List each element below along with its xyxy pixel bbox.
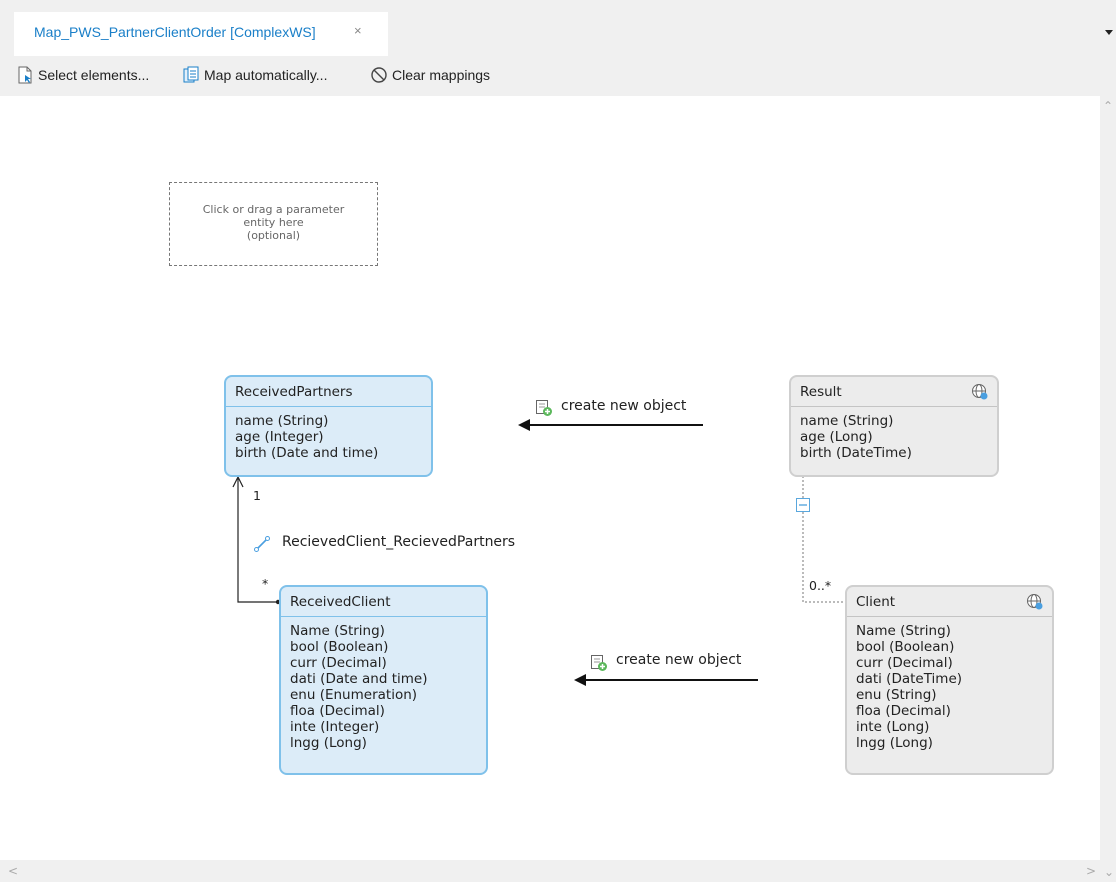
create-object-icon [590, 654, 608, 672]
dropzone-line-1: Click or drag a parameter [202, 203, 345, 216]
create-object-icon [535, 399, 553, 417]
attribute[interactable]: floa (Decimal) [856, 703, 1052, 719]
attribute[interactable]: age (Long) [800, 429, 997, 445]
attribute[interactable]: lngg (Long) [290, 735, 486, 751]
attribute[interactable]: enu (String) [856, 687, 1052, 703]
map-automatically-button[interactable]: Map automatically... [182, 64, 327, 86]
attribute[interactable]: birth (Date and time) [235, 445, 431, 461]
parameter-entity-dropzone[interactable]: Click or drag a parameter entity here (o… [169, 182, 378, 266]
tab-title[interactable]: Map_PWS_PartnerClientOrder [ComplexWS] [34, 24, 316, 40]
attribute[interactable]: curr (Decimal) [856, 655, 1052, 671]
dropzone-line-2: entity here [243, 216, 304, 229]
entity-received-partners[interactable]: ReceivedPartners name (String) age (Inte… [224, 375, 433, 477]
entity-header[interactable]: Client [847, 587, 1052, 617]
attribute[interactable]: Name (String) [856, 623, 1052, 639]
multiplicity-many: * [262, 576, 269, 591]
attribute[interactable]: age (Integer) [235, 429, 431, 445]
toolbar: Select elements... Map automatically... … [0, 56, 1116, 96]
clear-mappings-label: Clear mappings [392, 67, 491, 83]
vertical-scrollbar[interactable]: ⌃ [1100, 96, 1116, 882]
globe-icon [971, 383, 989, 401]
attribute[interactable]: floa (Decimal) [290, 703, 486, 719]
entity-title: ReceivedClient [290, 594, 391, 610]
attribute[interactable]: inte (Integer) [290, 719, 486, 735]
entity-header[interactable]: Result [791, 377, 997, 407]
mapping-label-top[interactable]: create new object [561, 398, 686, 414]
select-elements-label: Select elements... [38, 67, 150, 83]
attribute[interactable]: name (String) [235, 413, 431, 429]
mapping-label-bottom[interactable]: create new object [616, 652, 741, 668]
entity-received-client[interactable]: ReceivedClient Name (String) bool (Boole… [279, 585, 488, 775]
scroll-right-icon[interactable]: > [1086, 865, 1096, 877]
scroll-down-icon[interactable]: ⌄ [1104, 866, 1114, 878]
tab-list-dropdown-icon[interactable] [1105, 30, 1113, 35]
entity-title: Client [856, 594, 896, 610]
scroll-left-icon[interactable]: < [8, 865, 18, 877]
attribute[interactable]: name (String) [800, 413, 997, 429]
association-name[interactable]: RecievedClient_RecievedPartners [282, 534, 515, 550]
entity-header[interactable]: ReceivedClient [281, 587, 486, 617]
entity-attributes: Name (String) bool (Boolean) curr (Decim… [847, 617, 1052, 751]
attribute[interactable]: dati (Date and time) [290, 671, 486, 687]
dropzone-line-3: (optional) [246, 229, 301, 242]
map-automatically-label: Map automatically... [204, 67, 328, 83]
attribute[interactable]: curr (Decimal) [290, 655, 486, 671]
entity-attributes: name (String) age (Integer) birth (Date … [226, 407, 431, 461]
clear-mappings-icon [370, 66, 388, 84]
attribute[interactable]: inte (Long) [856, 719, 1052, 735]
horizontal-scrollbar[interactable]: < > [0, 860, 1100, 882]
attribute[interactable]: bool (Boolean) [290, 639, 486, 655]
entity-attributes: name (String) age (Long) birth (DateTime… [791, 407, 997, 461]
scroll-up-icon[interactable]: ⌃ [1103, 100, 1113, 112]
select-elements-button[interactable]: Select elements... [16, 64, 149, 86]
attribute[interactable]: dati (DateTime) [856, 671, 1052, 687]
attribute[interactable]: enu (Enumeration) [290, 687, 486, 703]
globe-icon [1026, 593, 1044, 611]
attribute[interactable]: bool (Boolean) [856, 639, 1052, 655]
entity-client[interactable]: Client Name (String) bool (Boolean) curr… [845, 585, 1054, 775]
collapse-icon[interactable] [795, 497, 811, 513]
association-icon [253, 535, 271, 553]
tab-map-document[interactable]: Map_PWS_PartnerClientOrder [ComplexWS] × [14, 12, 388, 56]
entity-title: Result [800, 384, 842, 400]
tab-strip: Map_PWS_PartnerClientOrder [ComplexWS] × [0, 0, 1116, 56]
map-automatically-icon [182, 66, 200, 84]
entity-header[interactable]: ReceivedPartners [226, 377, 431, 407]
attribute[interactable]: birth (DateTime) [800, 445, 997, 461]
attribute[interactable]: Name (String) [290, 623, 486, 639]
select-elements-icon [16, 66, 34, 84]
attribute[interactable]: lngg (Long) [856, 735, 1052, 751]
tab-close-icon[interactable]: × [354, 23, 362, 38]
clear-mappings-button[interactable]: Clear mappings [370, 64, 490, 86]
entity-result[interactable]: Result name (String) age (Long) birth (D… [789, 375, 999, 477]
entity-title: ReceivedPartners [235, 384, 353, 400]
entity-attributes: Name (String) bool (Boolean) curr (Decim… [281, 617, 486, 751]
multiplicity-zero-many: 0..* [809, 578, 832, 593]
multiplicity-one: 1 [253, 488, 261, 503]
